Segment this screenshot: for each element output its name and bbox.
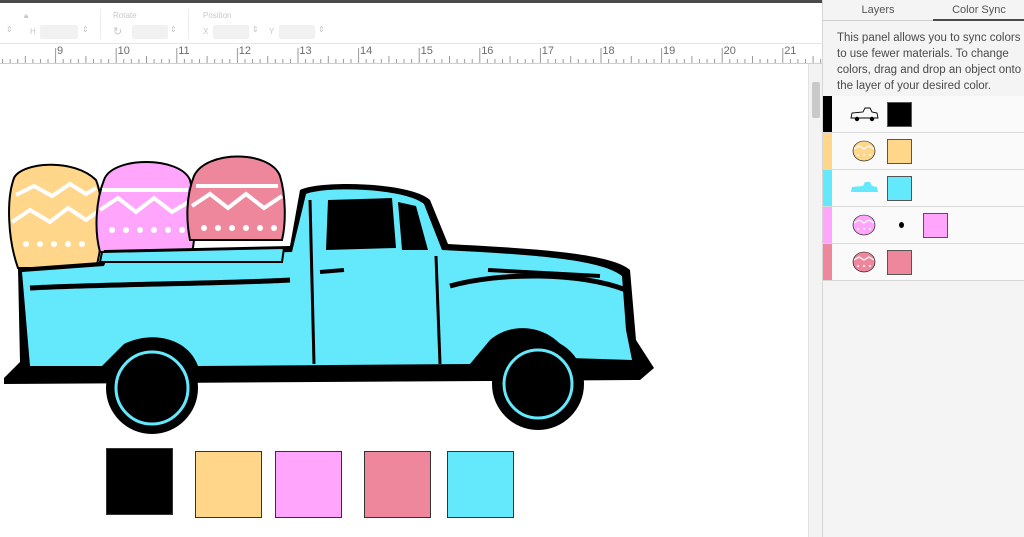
color-swatch[interactable] — [106, 448, 173, 515]
size-h-input[interactable] — [40, 25, 78, 39]
color-sync-row[interactable] — [823, 170, 1024, 207]
ruler-label: 19 — [663, 45, 676, 57]
ruler-label: 12 — [238, 45, 252, 57]
color-swatch[interactable] — [364, 451, 431, 518]
panel-tabs: Layers Color Sync — [823, 0, 1024, 21]
small-shape-thumbnail[interactable] — [899, 222, 904, 228]
ruler-label: 10 — [117, 45, 130, 57]
edit-toolbar: ⇕ 🔒︎ H ⇕ Rotate ↻ ⇕ Position X ⇕ Y ⇕ — [0, 0, 822, 44]
color-swatch[interactable] — [447, 451, 514, 518]
color-sync-row[interactable] — [823, 207, 1024, 244]
design-space-app: ⇕ 🔒︎ H ⇕ Rotate ↻ ⇕ Position X ⇕ Y ⇕ 9 10… — [0, 0, 1024, 537]
color-sync-row[interactable] — [823, 96, 1024, 133]
ruler-label: 17 — [541, 45, 555, 57]
layer-color-bar — [823, 96, 832, 132]
yellow-easter-egg[interactable] — [8, 163, 103, 269]
position-x-input[interactable] — [213, 25, 249, 39]
layer-color-bar — [823, 207, 832, 243]
layer-color-swatch[interactable] — [887, 250, 912, 275]
layer-color-bar — [823, 133, 832, 169]
position-y-label: Y — [269, 27, 275, 36]
position-x-label: X — [203, 27, 209, 36]
color-swatch[interactable] — [195, 451, 262, 518]
ruler-label: 9 — [57, 45, 64, 57]
toolbar-divider — [100, 9, 101, 39]
size-h-label: H — [30, 27, 36, 36]
ruler-label: 14 — [360, 45, 373, 57]
stepper-icon[interactable]: ⇕ — [82, 25, 89, 34]
layer-color-swatch[interactable] — [887, 102, 912, 127]
yellow-egg-thumbnail[interactable] — [849, 139, 879, 163]
ruler-label: 13 — [299, 45, 312, 57]
position-y-input[interactable] — [279, 25, 315, 39]
color-sync-panel: Layers Color Sync This panel allows you … — [822, 0, 1024, 537]
ruler-label: 21 — [784, 45, 797, 57]
rose-easter-egg[interactable] — [186, 155, 286, 241]
pink-easter-egg[interactable] — [95, 161, 196, 253]
stepper-icon[interactable]: ⇕ — [318, 25, 325, 34]
lock-icon[interactable]: 🔒︎ — [24, 11, 28, 21]
horizontal-ruler: 9 10 11 12 13 14 15 16 17 18 19 20 21 — [0, 44, 822, 64]
layer-color-bar — [823, 244, 832, 280]
design-canvas[interactable] — [0, 64, 808, 537]
rotate-icon: ↻ — [113, 26, 123, 38]
scrollbar-thumb[interactable] — [812, 82, 820, 118]
rotate-input[interactable] — [132, 25, 168, 39]
truck-outline-thumbnail[interactable] — [849, 102, 879, 126]
toolbar-divider — [188, 9, 189, 39]
layer-color-swatch[interactable] — [887, 139, 912, 164]
ruler-label: 18 — [602, 45, 615, 57]
chevron-updown-icon[interactable]: ⇕ — [6, 25, 13, 34]
color-sync-row[interactable] — [823, 133, 1024, 170]
rotate-label: Rotate — [113, 11, 137, 20]
layer-color-swatch[interactable] — [923, 213, 948, 238]
pink-egg-thumbnail[interactable] — [849, 213, 879, 237]
position-label: Position — [203, 11, 232, 20]
stepper-icon[interactable]: ⇕ — [252, 25, 259, 34]
canvas-vertical-scrollbar[interactable] — [808, 64, 822, 537]
color-sync-row[interactable] — [823, 244, 1024, 281]
tab-layers[interactable]: Layers — [823, 0, 933, 21]
color-sync-description: This panel allows you to sync colors to … — [837, 32, 1022, 92]
ruler-label: 16 — [481, 45, 494, 57]
blue-truck-thumbnail[interactable] — [849, 176, 879, 200]
ruler-label: 15 — [420, 45, 433, 57]
ruler-label: 20 — [723, 45, 736, 57]
ruler-label: 11 — [178, 45, 190, 57]
color-swatch[interactable] — [275, 451, 342, 518]
tab-color-sync[interactable]: Color Sync — [933, 0, 1024, 21]
layer-color-swatch[interactable] — [887, 176, 912, 201]
layer-color-bar — [823, 170, 832, 206]
stepper-icon[interactable]: ⇕ — [170, 25, 177, 34]
red-egg-thumbnail[interactable] — [849, 250, 879, 274]
